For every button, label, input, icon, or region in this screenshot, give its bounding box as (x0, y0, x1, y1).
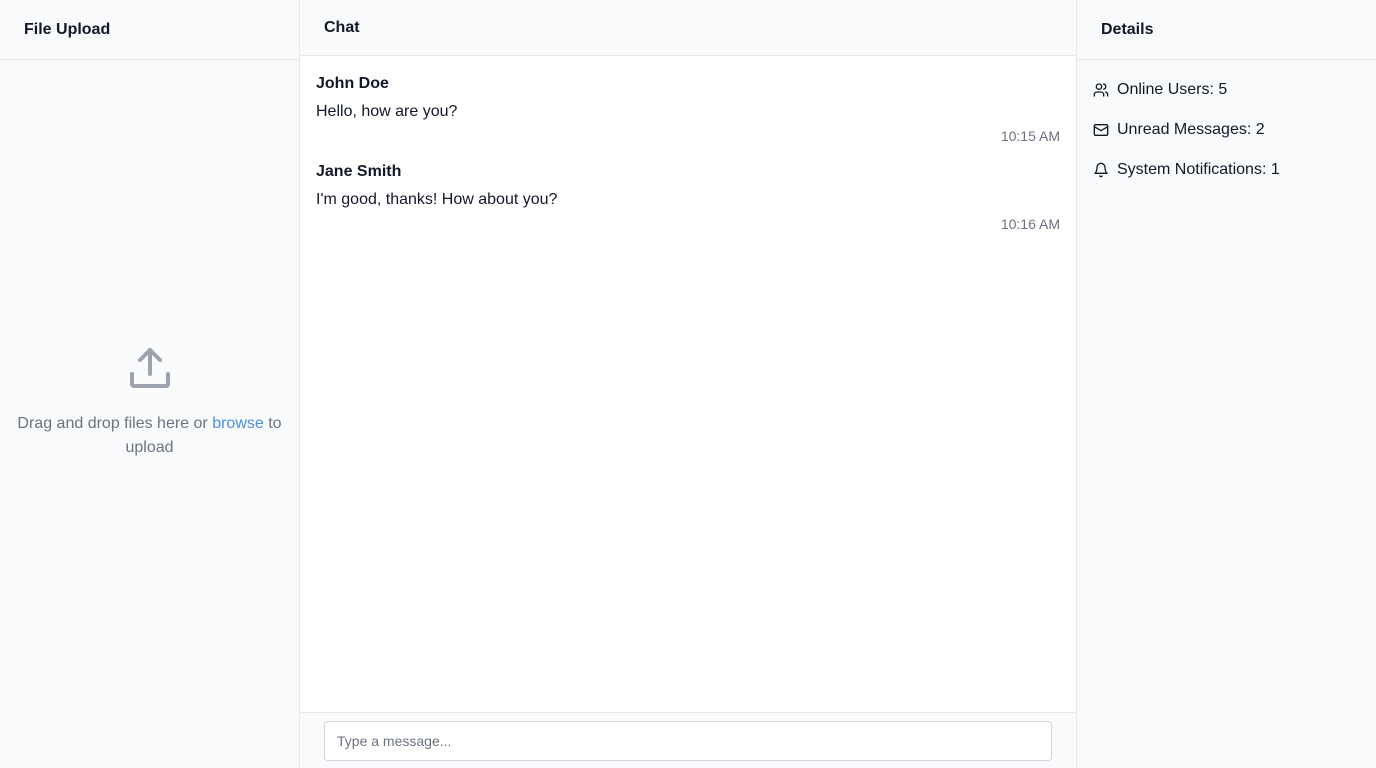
upload-icon (129, 348, 170, 388)
chat-panel: Chat John Doe Hello, how are you? 10:15 … (300, 0, 1076, 768)
detail-system-notifications: System Notifications: 1 (1093, 158, 1360, 182)
bell-icon (1094, 162, 1108, 178)
message-author: Jane Smith (316, 163, 402, 180)
message-input[interactable] (324, 720, 1052, 761)
users-icon (1093, 83, 1109, 97)
detail-label: Unread Messages: 2 (1117, 121, 1265, 138)
file-dropzone[interactable]: Drag and drop files here or browse to up… (0, 60, 299, 768)
message-text: Hello, how are you? (316, 103, 458, 120)
details-title: Details (1077, 0, 1376, 60)
browse-link[interactable]: browse (212, 415, 264, 432)
message-text: I'm good, thanks! How about you? (316, 191, 558, 208)
detail-unread-messages: Unread Messages: 2 (1093, 118, 1360, 142)
message-time: 10:16 AM (1000, 216, 1060, 232)
mail-icon (1093, 124, 1109, 136)
app-root: File Upload Drag and drop files here or … (0, 0, 1376, 768)
dropzone-text: Drag and drop files here or browse to up… (6, 412, 293, 460)
chat-title: Chat (300, 0, 1076, 56)
file-upload-panel: File Upload Drag and drop files here or … (0, 0, 300, 768)
message-composer (300, 712, 1076, 768)
detail-online-users: Online Users: 5 (1093, 78, 1360, 102)
details-panel: Details Online Users: 5 Unread Messages:… (1076, 0, 1376, 768)
details-list: Online Users: 5 Unread Messages: 2 Syste… (1077, 60, 1376, 216)
dropzone-text-before: Drag and drop files here or (17, 415, 213, 432)
message-list: John Doe Hello, how are you? 10:15 AM Ja… (300, 56, 1076, 712)
message-author: John Doe (316, 75, 389, 92)
detail-label: Online Users: 5 (1117, 81, 1228, 98)
message-time: 10:15 AM (1000, 128, 1060, 144)
detail-label: System Notifications: 1 (1117, 161, 1280, 178)
file-upload-title: File Upload (0, 0, 299, 60)
message-item: Jane Smith I'm good, thanks! How about y… (316, 162, 1060, 234)
message-item: John Doe Hello, how are you? 10:15 AM (316, 74, 1060, 146)
